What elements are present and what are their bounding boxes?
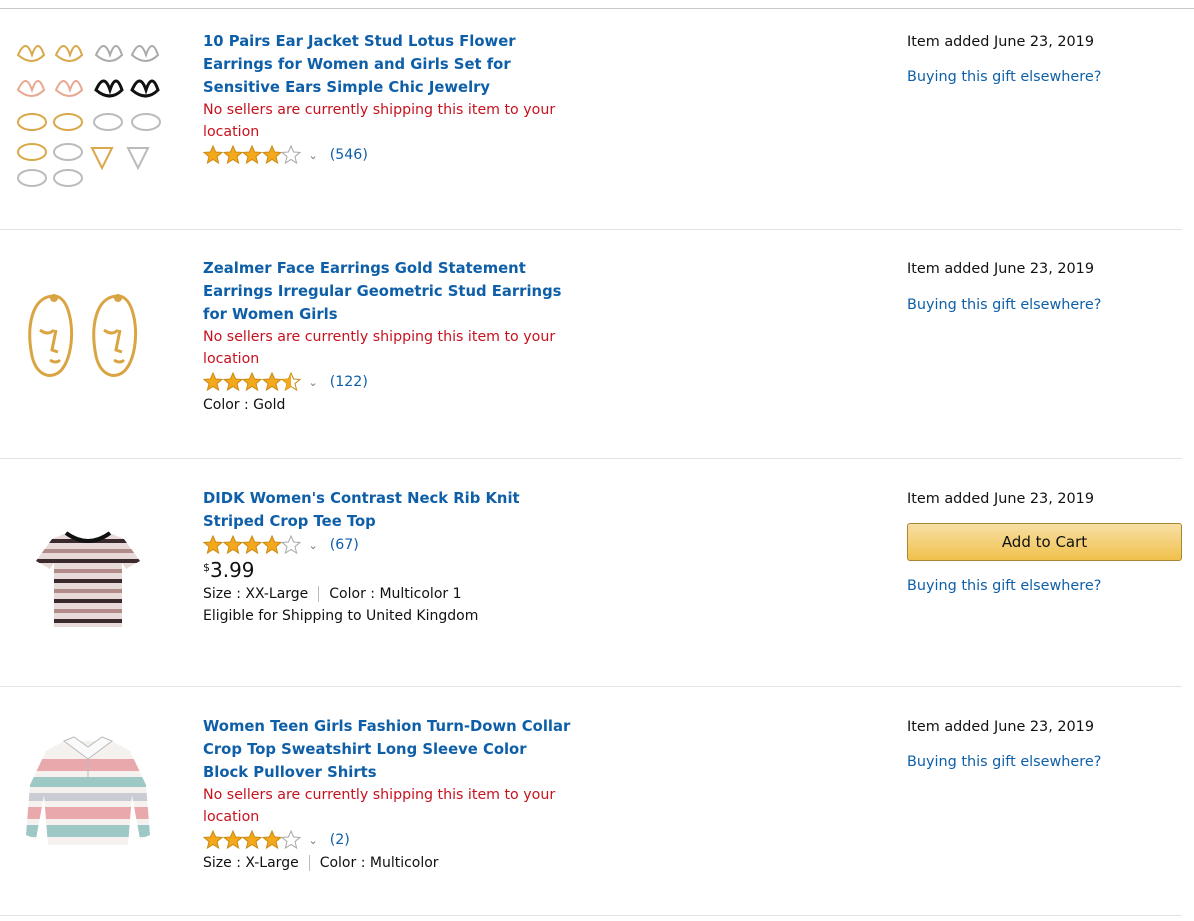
shipping-eligibility: Eligible for Shipping to United Kingdom	[203, 608, 479, 624]
chevron-down-icon[interactable]: ⌄	[309, 144, 318, 167]
star-icon	[242, 372, 262, 392]
star-icon	[222, 372, 243, 392]
star-icon	[203, 535, 223, 555]
rating-row: ⌄ (546)	[203, 143, 573, 167]
star-rating[interactable]	[203, 145, 301, 165]
product-title-link[interactable]: Women Teen Girls Fashion Turn-Down Colla…	[203, 715, 573, 784]
item-divider	[0, 458, 1182, 459]
review-count-link[interactable]: (546)	[330, 144, 368, 167]
item-info: 10 Pairs Ear Jacket Stud Lotus Flower Ea…	[203, 30, 573, 167]
rating-row: ⌄ (67)	[203, 533, 573, 557]
chevron-down-icon[interactable]: ⌄	[309, 534, 318, 557]
variant-divider	[308, 855, 310, 871]
star-icon	[261, 830, 282, 850]
star-icon	[203, 145, 223, 165]
star-icon	[261, 372, 282, 392]
half-star-icon	[281, 372, 301, 392]
review-count-link[interactable]: (122)	[330, 371, 368, 394]
shipping-warning: No sellers are currently shipping this i…	[203, 329, 556, 367]
star-icon	[203, 372, 223, 392]
variant-divider	[318, 586, 320, 602]
star-icon	[222, 830, 243, 850]
item-color: Color : Gold	[203, 397, 286, 413]
buying-elsewhere-link[interactable]: Buying this gift elsewhere?	[907, 752, 1182, 772]
empty-star-icon	[281, 145, 301, 165]
item-info: Women Teen Girls Fashion Turn-Down Colla…	[203, 715, 573, 874]
item-info: DIDK Women's Contrast Neck Rib Knit Stri…	[203, 487, 573, 627]
item-color: Color : Multicolor	[319, 855, 439, 871]
star-rating[interactable]	[203, 535, 301, 555]
star-icon	[261, 145, 282, 165]
review-count-link[interactable]: (67)	[330, 534, 359, 557]
shipping-warning: No sellers are currently shipping this i…	[203, 787, 556, 825]
currency-symbol: $	[203, 561, 210, 574]
item-info: Zealmer Face Earrings Gold Statement Ear…	[203, 257, 573, 416]
product-title-link[interactable]: DIDK Women's Contrast Neck Rib Knit Stri…	[203, 487, 573, 533]
item-variant: Size : XX-Large Color : Multicolor 1	[203, 583, 573, 605]
star-icon	[242, 830, 262, 850]
item-divider	[0, 229, 1182, 230]
empty-star-icon	[281, 830, 301, 850]
item-added-date: Item added June 23, 2019	[907, 34, 1094, 50]
buying-elsewhere-link[interactable]: Buying this gift elsewhere?	[907, 295, 1182, 315]
item-actions: Item added June 23, 2019 Buying this gif…	[907, 32, 1182, 87]
item-added-date: Item added June 23, 2019	[907, 491, 1094, 507]
chevron-down-icon[interactable]: ⌄	[309, 371, 318, 394]
star-icon	[242, 535, 262, 555]
item-actions: Item added June 23, 2019 Buying this gif…	[907, 717, 1182, 772]
item-divider	[0, 686, 1182, 687]
item-added-date: Item added June 23, 2019	[907, 261, 1094, 277]
item-size: Size : XX-Large	[203, 586, 309, 602]
product-image-crop-tee[interactable]	[8, 489, 168, 649]
buying-elsewhere-link[interactable]: Buying this gift elsewhere?	[907, 67, 1182, 87]
add-to-cart-button[interactable]: Add to Cart	[907, 523, 1182, 561]
item-actions: Item added June 23, 2019 Add to Cart Buy…	[907, 489, 1182, 596]
item-divider	[0, 915, 1182, 916]
item-added-date: Item added June 23, 2019	[907, 719, 1094, 735]
star-icon	[261, 535, 282, 555]
star-icon	[222, 145, 243, 165]
shipping-warning: No sellers are currently shipping this i…	[203, 102, 556, 140]
item-size: Size : X-Large	[203, 855, 299, 871]
star-icon	[242, 145, 262, 165]
buying-elsewhere-link[interactable]: Buying this gift elsewhere?	[907, 576, 1182, 596]
chevron-down-icon[interactable]: ⌄	[309, 829, 318, 852]
item-color: Color : Multicolor 1	[329, 586, 462, 602]
wishlist-items: 10 Pairs Ear Jacket Stud Lotus Flower Ea…	[0, 0, 1194, 921]
price-value: 3.99	[210, 558, 255, 582]
product-image-face-earrings[interactable]	[8, 258, 168, 418]
item-price: $3.99	[203, 557, 573, 583]
empty-star-icon	[281, 535, 301, 555]
star-icon	[203, 830, 223, 850]
product-title-link[interactable]: 10 Pairs Ear Jacket Stud Lotus Flower Ea…	[203, 30, 573, 99]
product-image-lotus-earrings[interactable]	[8, 30, 168, 190]
rating-row: ⌄ (2)	[203, 828, 573, 852]
star-icon	[222, 535, 243, 555]
star-rating[interactable]	[203, 372, 301, 392]
item-variant: Size : X-Large Color : Multicolor	[203, 852, 573, 874]
item-actions: Item added June 23, 2019 Buying this gif…	[907, 259, 1182, 315]
product-image-sweatshirt[interactable]	[8, 715, 168, 875]
review-count-link[interactable]: (2)	[330, 829, 350, 852]
star-rating[interactable]	[203, 830, 301, 850]
product-title-link[interactable]: Zealmer Face Earrings Gold Statement Ear…	[203, 257, 573, 326]
rating-row: ⌄ (122)	[203, 370, 573, 394]
